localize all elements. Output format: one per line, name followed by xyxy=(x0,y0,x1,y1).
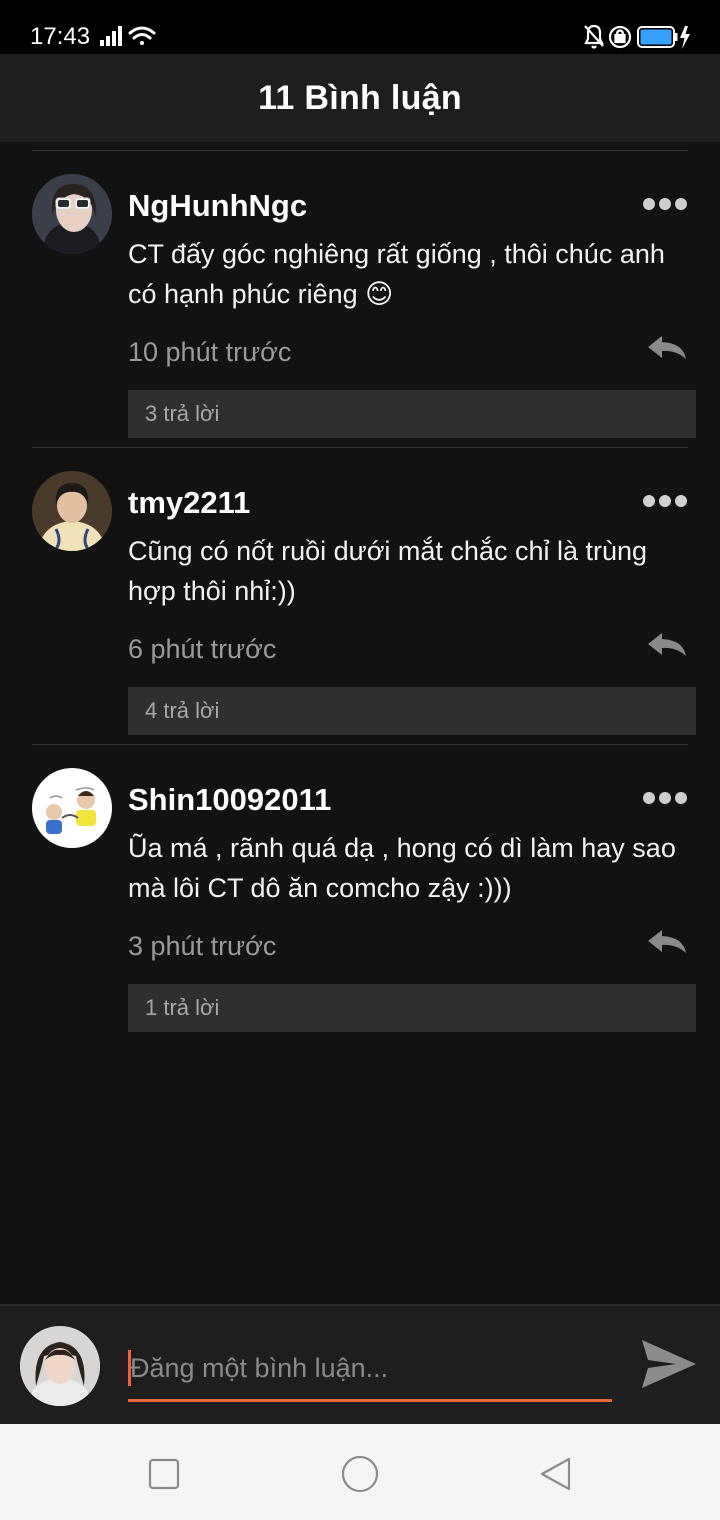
comment-input[interactable] xyxy=(128,1338,612,1402)
battery-icon xyxy=(637,26,678,48)
comment-item: Shin10092011 Ũa má , rãnh quá dạ , hong … xyxy=(0,744,720,1040)
my-avatar[interactable] xyxy=(20,1326,100,1406)
more-options-button[interactable] xyxy=(642,788,688,808)
comment-time: 10 phút trước xyxy=(128,337,292,367)
bell-muted-icon xyxy=(584,24,604,49)
status-bar: 17:43 xyxy=(0,0,720,54)
avatar[interactable] xyxy=(32,174,112,254)
navigation-bar xyxy=(0,1424,720,1520)
more-dots-icon xyxy=(643,495,687,507)
reply-icon xyxy=(648,930,686,953)
reply-icon xyxy=(648,633,686,656)
view-replies-button[interactable]: 4 trả lời xyxy=(128,687,696,735)
status-time: 17:43 xyxy=(30,23,91,50)
text-cursor xyxy=(128,1350,131,1386)
view-replies-button[interactable]: 3 trả lời xyxy=(128,390,696,438)
status-right-icons xyxy=(582,22,694,57)
send-icon xyxy=(642,1340,696,1388)
square-icon xyxy=(148,1458,180,1490)
home-button[interactable] xyxy=(340,1454,380,1494)
reply-icon xyxy=(648,336,686,359)
charging-icon xyxy=(680,26,690,49)
more-dots-icon xyxy=(643,198,687,210)
avatar[interactable] xyxy=(32,471,112,551)
reply-button[interactable] xyxy=(646,334,688,362)
comment-time: 3 phút trước xyxy=(128,931,277,961)
comment-time: 6 phút trước xyxy=(128,634,277,664)
username[interactable]: tmy2211 xyxy=(128,483,250,523)
more-options-button[interactable] xyxy=(642,194,688,214)
comment-item: tmy2211 Cũng có nốt ruồi dưới mắt chắc c… xyxy=(0,447,720,743)
recent-apps-button[interactable] xyxy=(144,1454,184,1494)
wifi-icon xyxy=(128,26,156,45)
more-options-button[interactable] xyxy=(642,491,688,511)
comment-text: Ũa má , rãnh quá dạ , hong có dì làm hay… xyxy=(128,833,676,903)
avatar[interactable] xyxy=(32,768,112,848)
view-replies-button[interactable]: 1 trả lời xyxy=(128,984,696,1032)
username[interactable]: NgHunhNgc xyxy=(128,186,307,226)
lock-rotation-icon xyxy=(608,25,632,49)
status-left-icons xyxy=(98,24,158,53)
circle-icon xyxy=(341,1455,379,1493)
comment-item: NgHunhNgc CT đấy góc nghiêng rất giống ,… xyxy=(0,150,720,446)
comment-input-bar xyxy=(0,1304,720,1424)
send-button[interactable] xyxy=(640,1336,698,1392)
username[interactable]: Shin10092011 xyxy=(128,780,331,820)
triangle-back-icon xyxy=(540,1457,571,1491)
back-button[interactable] xyxy=(536,1454,576,1494)
more-dots-icon xyxy=(643,792,687,804)
signal-icon xyxy=(100,26,122,46)
comment-text: Cũng có nốt ruồi dưới mắt chắc chỉ là tr… xyxy=(128,536,648,606)
page-title: 11 Bình luận xyxy=(258,78,462,117)
comment-text: CT đấy góc nghiêng rất giống , thôi chúc… xyxy=(128,239,665,309)
reply-button[interactable] xyxy=(646,631,688,659)
header: 11 Bình luận xyxy=(0,54,720,142)
reply-button[interactable] xyxy=(646,928,688,956)
